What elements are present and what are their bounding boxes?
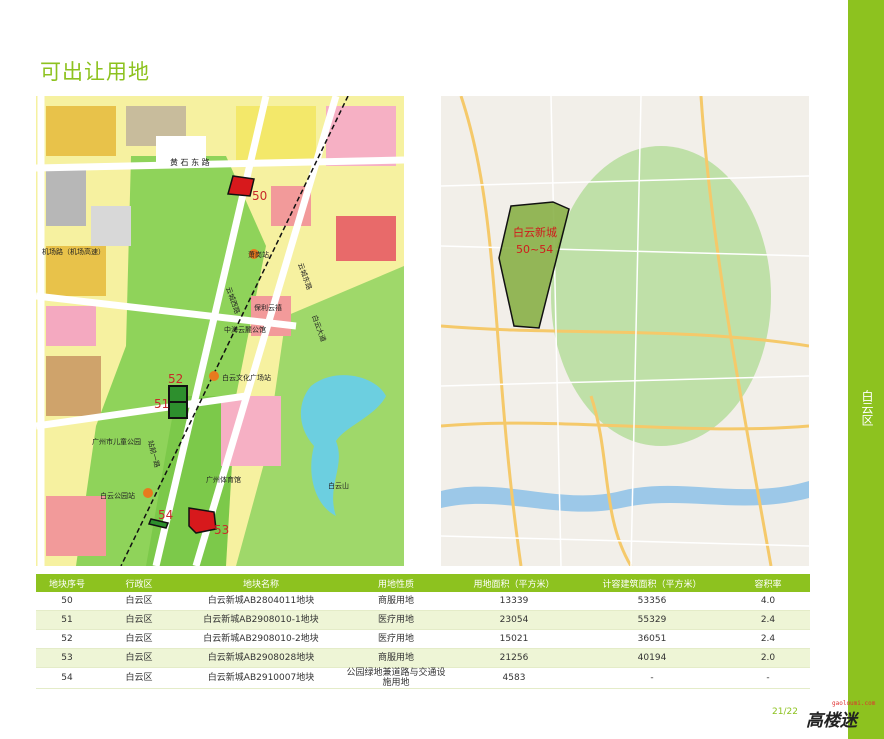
cell: 白云新城AB2908010-1地块 [180,610,342,630]
cell: 2.4 [726,610,810,630]
plot-52-number: 52 [168,372,183,386]
plot-50 [227,175,255,197]
side-tab-label: 白云区 [860,390,874,426]
road-huangshi-label: 黄 石 东 路 [170,157,210,167]
header-land-area: 用地面积（平方米） [450,574,578,592]
plot-51-number: 51 [154,397,169,411]
area-label: 白云新城 [513,225,557,239]
poi-zhonghai-label: 中海云麓公馆 [224,325,266,334]
block [46,306,96,346]
cell: 4583 [450,667,578,689]
planning-map[interactable]: 50 51 52 53 54 黄 石 东 路 机场路（机场高速） 云城西路 云城… [36,96,404,566]
cell: 54 [36,667,98,689]
block [46,106,116,156]
cell: 23054 [450,610,578,630]
table-row: 54 白云区 白云新城AB2910007地块 公园绿地兼道路与交通设施用地 45… [36,667,810,689]
road-jichang-label: 机场路（机场高速） [42,247,105,256]
cell: - [578,667,726,689]
station-wenhua-label: 白云文化广场站 [222,373,271,382]
plot-52 [168,385,188,403]
cell: - [726,667,810,689]
mountain-green [551,146,771,446]
station-park-label: 白云公园站 [100,491,135,500]
cell: 2.4 [726,629,810,649]
poi-mountain-label: 白云山 [328,481,349,490]
cell: 52 [36,629,98,649]
header-floor-area: 计容建筑面积（平方米） [578,574,726,592]
header-district: 行政区 [98,574,180,592]
cell: 55329 [578,610,726,630]
cell: 白云新城AB2804011地块 [180,592,342,611]
cell: 53356 [578,592,726,611]
cell: 白云新城AB2908010-2地块 [180,629,342,649]
plot-50-number: 50 [252,189,267,203]
cell: 40194 [578,648,726,668]
cell: 商服用地 [342,648,450,668]
cell: 白云区 [98,610,180,630]
cell: 白云新城AB2908028地块 [180,648,342,668]
page-number: 21/22 [772,707,798,717]
station-park-icon [143,488,153,498]
cell: 21256 [450,648,578,668]
poi-stadium-label: 广州体育馆 [206,475,241,484]
cell: 商服用地 [342,592,450,611]
cell: 白云新城AB2910007地块 [180,667,342,689]
station-wenhua-icon [209,371,219,381]
block [46,356,101,416]
table-row: 53 白云区 白云新城AB2908028地块 商服用地 21256 40194 … [36,648,810,668]
poi-baoli-label: 保利云禧 [254,303,282,312]
cell: 13339 [450,592,578,611]
header-land-use: 用地性质 [342,574,450,592]
block [336,216,396,261]
block [91,206,131,246]
cell: 公园绿地兼道路与交通设施用地 [342,667,450,689]
cell: 白云区 [98,592,180,611]
header-plot-name: 地块名称 [180,574,342,592]
cell: 白云区 [98,648,180,668]
land-table: 地块序号 行政区 地块名称 用地性质 用地面积（平方米） 计容建筑面积（平方米）… [36,574,810,689]
block [236,106,316,161]
block [46,496,106,556]
header-far: 容积率 [726,574,810,592]
area-range-label: 50~54 [516,243,553,256]
plot-53 [188,507,217,534]
table-row: 50 白云区 白云新城AB2804011地块 商服用地 13339 53356 … [36,592,810,611]
page-title: 可出让用地 [40,60,150,84]
side-tab [848,0,884,739]
table-header-row: 地块序号 行政区 地块名称 用地性质 用地面积（平方米） 计容建筑面积（平方米）… [36,574,810,592]
plot-51 [168,401,188,419]
cell: 2.0 [726,648,810,668]
cell: 医疗用地 [342,610,450,630]
table-row: 52 白云区 白云新城AB2908010-2地块 医疗用地 15021 3605… [36,629,810,649]
poi-children-park-label: 广州市儿童公园 [92,437,141,446]
table-row: 51 白云区 白云新城AB2908010-1地块 医疗用地 23054 5532… [36,610,810,630]
station-xiaogang-label: 萧岗站 [248,250,269,259]
logo: 高楼迷 [806,711,857,731]
cell: 白云区 [98,629,180,649]
overview-map[interactable]: 白云新城 50~54 [441,96,809,566]
cell: 医疗用地 [342,629,450,649]
plot-53-number: 53 [214,523,229,537]
cell: 36051 [578,629,726,649]
block [46,166,86,226]
cell: 4.0 [726,592,810,611]
cell: 53 [36,648,98,668]
cell: 50 [36,592,98,611]
cell: 51 [36,610,98,630]
plot-54-number: 54 [158,508,173,522]
cell: 白云区 [98,667,180,689]
cell: 15021 [450,629,578,649]
header-plot-no: 地块序号 [36,574,98,592]
